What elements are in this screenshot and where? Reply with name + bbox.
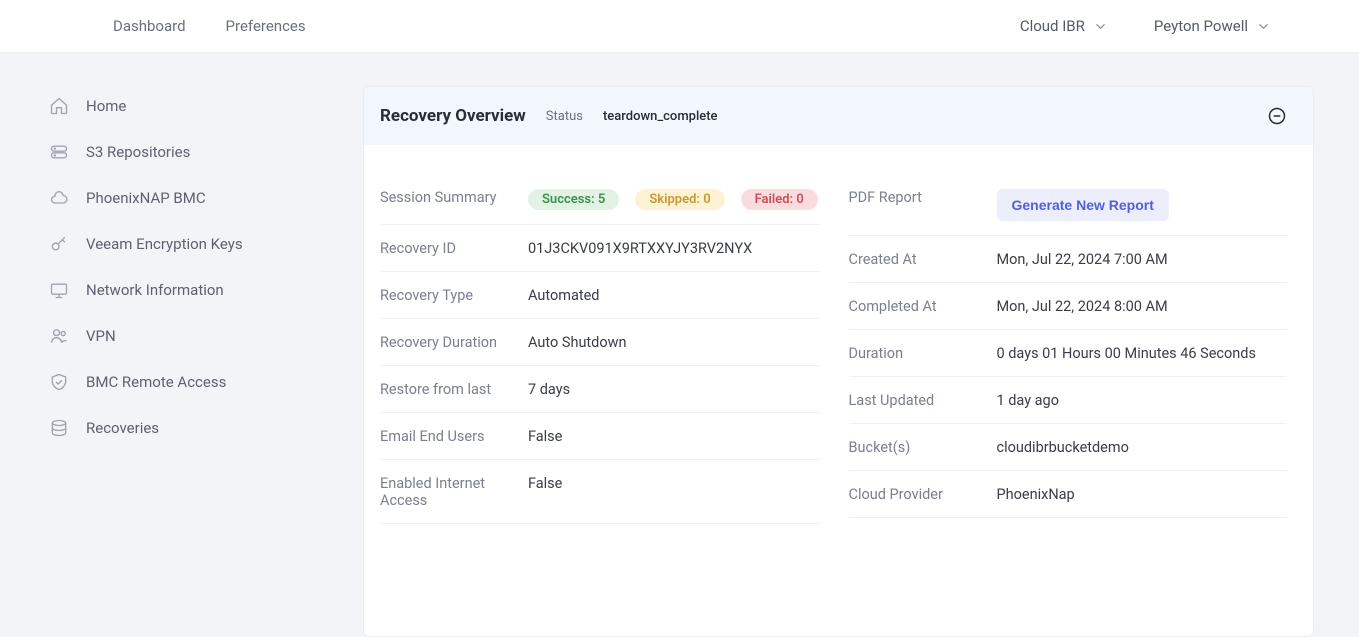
left-column: Session Summary Success: 5 Skipped: 0 Fa… [380, 189, 819, 524]
row-label: Recovery Duration [380, 334, 528, 351]
row-label: Cloud Provider [849, 486, 997, 503]
row-label: Duration [849, 345, 997, 362]
sidebar-item-label: Home [86, 97, 126, 115]
row-cloud-provider: Cloud Provider PhoenixNap [849, 471, 1288, 518]
row-enabled-internet: Enabled Internet Access False [380, 460, 819, 524]
row-label: PDF Report [849, 189, 997, 221]
disk-icon [48, 141, 70, 163]
row-value: cloudibrbucketdemo [997, 439, 1288, 456]
row-value: False [528, 475, 819, 509]
row-value: 01J3CKV091X9RTXXYJY3RV2NYX [528, 240, 819, 257]
row-label: Bucket(s) [849, 439, 997, 456]
top-nav: Dashboard Preferences Cloud IBR Peyton P… [0, 0, 1359, 53]
row-buckets: Bucket(s) cloudibrbucketdemo [849, 424, 1288, 471]
row-value: False [528, 428, 819, 445]
row-value: Generate New Report [997, 189, 1288, 221]
row-value: PhoenixNap [997, 486, 1288, 503]
shield-icon [48, 371, 70, 393]
sidebar-item-bmc-remote[interactable]: BMC Remote Access [48, 359, 363, 405]
chevron-down-icon [1095, 21, 1106, 32]
chevron-down-icon [1258, 21, 1269, 32]
sidebar-item-home[interactable]: Home [48, 83, 363, 129]
sidebar-item-label: S3 Repositories [86, 143, 190, 161]
status-label: Status [546, 109, 583, 124]
row-value: Mon, Jul 22, 2024 7:00 AM [997, 251, 1288, 268]
nav-org-label: Cloud IBR [1020, 17, 1085, 35]
nav-dashboard[interactable]: Dashboard [113, 17, 186, 35]
row-label: Created At [849, 251, 997, 268]
generate-report-button[interactable]: Generate New Report [997, 189, 1169, 221]
sidebar-item-vpn[interactable]: VPN [48, 313, 363, 359]
nav-user-label: Peyton Powell [1154, 17, 1248, 35]
sidebar-item-encryption[interactable]: Veeam Encryption Keys [48, 221, 363, 267]
row-value: Auto Shutdown [528, 334, 819, 351]
row-value: Mon, Jul 22, 2024 8:00 AM [997, 298, 1288, 315]
sidebar-item-label: BMC Remote Access [86, 373, 226, 391]
skipped-badge: Skipped: 0 [635, 189, 724, 210]
row-label: Enabled Internet Access [380, 475, 528, 509]
sidebar: Home S3 Repositories PhoenixNAP BMC Veea… [0, 53, 363, 637]
badges: Success: 5 Skipped: 0 Failed: 0 [528, 189, 819, 210]
row-value: 1 day ago [997, 392, 1288, 409]
monitor-icon [48, 279, 70, 301]
nav-user-dropdown[interactable]: Peyton Powell [1154, 17, 1269, 35]
sidebar-item-label: Veeam Encryption Keys [86, 235, 243, 253]
nav-preferences[interactable]: Preferences [226, 17, 306, 35]
row-label: Email End Users [380, 428, 528, 445]
cloud-icon [48, 187, 70, 209]
row-recovery-type: Recovery Type Automated [380, 272, 819, 319]
row-value: Automated [528, 287, 819, 304]
sidebar-item-phoenixnap[interactable]: PhoenixNAP BMC [48, 175, 363, 221]
row-label: Last Updated [849, 392, 997, 409]
row-restore-from-last: Restore from last 7 days [380, 366, 819, 413]
sidebar-item-network[interactable]: Network Information [48, 267, 363, 313]
row-label: Session Summary [380, 189, 528, 210]
row-label: Recovery Type [380, 287, 528, 304]
panel-body: Session Summary Success: 5 Skipped: 0 Fa… [364, 145, 1313, 524]
row-value: Success: 5 Skipped: 0 Failed: 0 [528, 189, 819, 210]
row-session-summary: Session Summary Success: 5 Skipped: 0 Fa… [380, 189, 819, 225]
database-icon [48, 417, 70, 439]
sidebar-item-label: VPN [86, 327, 116, 345]
sidebar-item-label: Network Information [86, 281, 224, 299]
row-value: 0 days 01 Hours 00 Minutes 46 Seconds [997, 345, 1288, 362]
status-value: teardown_complete [603, 109, 718, 124]
top-nav-right: Cloud IBR Peyton Powell [1020, 17, 1269, 35]
panel-title-group: Recovery Overview Status teardown_comple… [380, 106, 718, 126]
collapse-icon[interactable] [1267, 106, 1287, 126]
panel-title: Recovery Overview [380, 106, 526, 126]
row-email-end-users: Email End Users False [380, 413, 819, 460]
failed-badge: Failed: 0 [741, 189, 818, 210]
row-recovery-duration: Recovery Duration Auto Shutdown [380, 319, 819, 366]
row-label: Completed At [849, 298, 997, 315]
row-completed-at: Completed At Mon, Jul 22, 2024 8:00 AM [849, 283, 1288, 330]
panel-header: Recovery Overview Status teardown_comple… [364, 87, 1313, 145]
row-value: 7 days [528, 381, 819, 398]
right-column: PDF Report Generate New Report Created A… [849, 189, 1288, 524]
row-last-updated: Last Updated 1 day ago [849, 377, 1288, 424]
top-nav-left: Dashboard Preferences [113, 17, 306, 35]
nav-org-dropdown[interactable]: Cloud IBR [1020, 17, 1106, 35]
sidebar-item-recoveries[interactable]: Recoveries [48, 405, 363, 451]
main-container: Home S3 Repositories PhoenixNAP BMC Veea… [0, 53, 1359, 637]
row-label: Restore from last [380, 381, 528, 398]
content-panel: Recovery Overview Status teardown_comple… [363, 86, 1314, 637]
sidebar-item-s3[interactable]: S3 Repositories [48, 129, 363, 175]
success-badge: Success: 5 [528, 189, 619, 210]
users-icon [48, 325, 70, 347]
sidebar-item-label: PhoenixNAP BMC [86, 189, 206, 207]
row-created-at: Created At Mon, Jul 22, 2024 7:00 AM [849, 236, 1288, 283]
row-label: Recovery ID [380, 240, 528, 257]
home-icon [48, 95, 70, 117]
key-icon [48, 233, 70, 255]
row-pdf-report: PDF Report Generate New Report [849, 189, 1288, 236]
sidebar-item-label: Recoveries [86, 419, 159, 437]
row-duration: Duration 0 days 01 Hours 00 Minutes 46 S… [849, 330, 1288, 377]
row-recovery-id: Recovery ID 01J3CKV091X9RTXXYJY3RV2NYX [380, 225, 819, 272]
